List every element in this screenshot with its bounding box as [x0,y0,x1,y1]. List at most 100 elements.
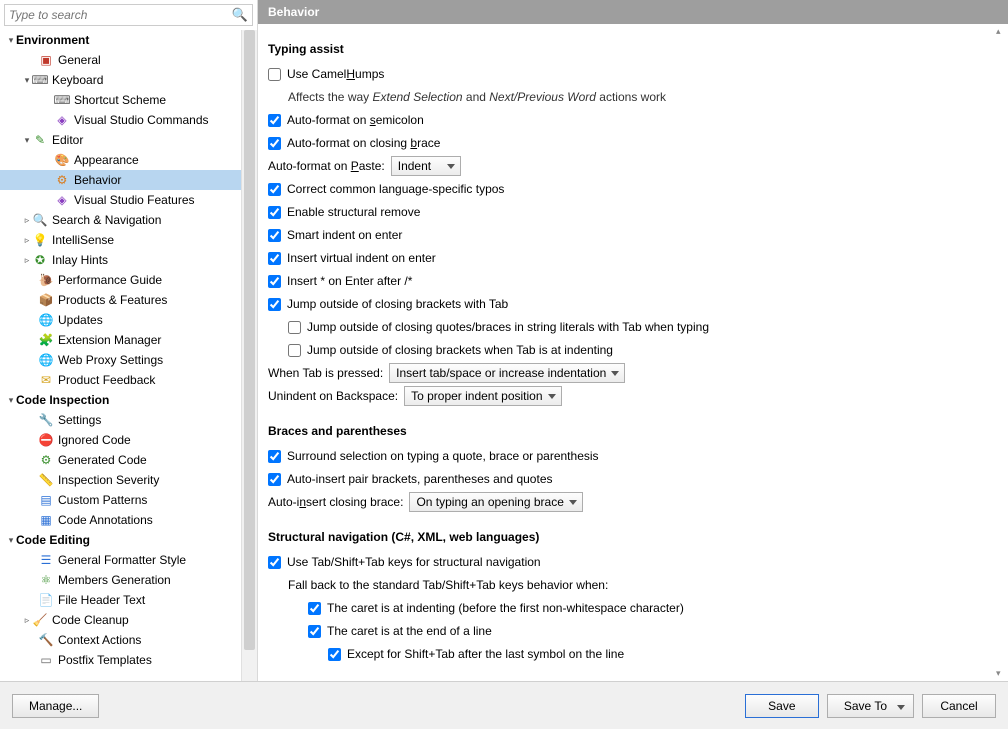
opt-correct-typos[interactable]: Correct common language-specific typos [268,179,990,199]
combo-unindent[interactable]: To proper indent position [404,386,561,406]
manage-button[interactable]: Manage... [12,694,99,718]
opt-auto-pair[interactable]: Auto-insert pair brackets, parentheses a… [268,469,990,489]
tree-item-products-features[interactable]: 📦Products & Features [0,290,257,310]
scroll-down-icon[interactable]: ▾ [996,668,1001,679]
opt-insert-star[interactable]: Insert * on Enter after /* [268,271,990,291]
hammer-icon: 🔨 [38,632,54,648]
tree-item-insp-settings[interactable]: 🔧Settings [0,410,257,430]
chk-use-tab-struct[interactable] [268,556,281,569]
opt-caret-indent[interactable]: The caret is at indenting (before the fi… [268,598,990,618]
opt-af-semicolon[interactable]: Auto-format on semicolon [268,110,990,130]
tree-item-insp-severity[interactable]: 📏Inspection Severity [0,470,257,490]
tree-item-context-actions[interactable]: 🔨Context Actions [0,630,257,650]
chk-af-brace[interactable] [268,137,281,150]
save-to-button[interactable]: Save To [827,694,914,718]
opt-use-tab-struct[interactable]: Use Tab/Shift+Tab keys for structural na… [268,552,990,572]
opt-use-camelhumps[interactable]: Use CamelHumps [268,64,990,84]
chk-caret-eol[interactable] [308,625,321,638]
tree-scrollbar[interactable] [241,30,257,681]
opt-caret-eol[interactable]: The caret is at the end of a line [268,621,990,641]
opt-virtual-indent[interactable]: Insert virtual indent on enter [268,248,990,268]
tree-item-vs-features[interactable]: ◈Visual Studio Features [0,190,257,210]
panel-title: Behavior [258,0,1008,24]
chk-jump-indent[interactable] [288,344,301,357]
tree-item-code-annotations[interactable]: ▦Code Annotations [0,510,257,530]
opt-smart-indent[interactable]: Smart indent on enter [268,225,990,245]
opt-struct-remove[interactable]: Enable structural remove [268,202,990,222]
content-panel: Behavior Typing assist Use CamelHumps Af… [258,0,1008,681]
chk-virtual-indent[interactable] [268,252,281,265]
tree-item-file-header[interactable]: 📄File Header Text [0,590,257,610]
opt-except-shift[interactable]: Except for Shift+Tab after the last symb… [268,644,990,664]
opt-af-brace[interactable]: Auto-format on closing brace [268,133,990,153]
footer: Manage... Save Save To Cancel [0,681,1008,729]
section-typing-assist: Typing assist [268,42,990,56]
opt-jump-indent[interactable]: Jump outside of closing brackets when Ta… [268,340,990,360]
tree-item-product-feedback[interactable]: ✉Product Feedback [0,370,257,390]
refresh-icon: 🌐 [38,312,54,328]
tree-item-search-nav[interactable]: ▹🔍Search & Navigation [0,210,257,230]
search-box[interactable]: 🔍 [4,4,253,26]
settings-tree[interactable]: ▾Environment ▣General ▾⌨Keyboard ⌨Shortc… [0,30,257,681]
settings-scroll-area[interactable]: Typing assist Use CamelHumps Affects the… [258,24,1008,681]
hint-icon: ✪ [32,252,48,268]
tree-cat-environment[interactable]: ▾Environment [0,30,257,50]
members-icon: ⚛ [38,572,54,588]
combo-tab-pressed[interactable]: Insert tab/space or increase indentation [389,363,625,383]
chk-insert-star[interactable] [268,275,281,288]
tree-item-custom-patterns[interactable]: ▤Custom Patterns [0,490,257,510]
content-scrollbar[interactable]: ▴ ▾ [992,24,1008,681]
tree-item-inlay-hints[interactable]: ▹✪Inlay Hints [0,250,257,270]
search-input[interactable] [9,8,232,22]
tree-item-editor[interactable]: ▾✎Editor [0,130,257,150]
tree-item-web-proxy[interactable]: 🌐Web Proxy Settings [0,350,257,370]
opt-auto-close: Auto-insert closing brace:On typing an o… [268,492,990,512]
chk-jump-tab[interactable] [268,298,281,311]
chk-jump-quotes[interactable] [288,321,301,334]
chk-surround[interactable] [268,450,281,463]
tree-item-code-cleanup[interactable]: ▹🧹Code Cleanup [0,610,257,630]
box-icon: 📦 [38,292,54,308]
tree-item-shortcut-scheme[interactable]: ⌨Shortcut Scheme [0,90,257,110]
tree-cat-inspection[interactable]: ▾Code Inspection [0,390,257,410]
wrench-icon: 🔧 [38,412,54,428]
chk-correct-typos[interactable] [268,183,281,196]
vs-icon: ◈ [54,112,70,128]
chk-struct-remove[interactable] [268,206,281,219]
tree-item-perf-guide[interactable]: 🐌Performance Guide [0,270,257,290]
tree-cat-editing[interactable]: ▾Code Editing [0,530,257,550]
tree-item-intellisense[interactable]: ▹💡IntelliSense [0,230,257,250]
opt-tab-pressed: When Tab is pressed:Insert tab/space or … [268,363,990,383]
mail-icon: ✉ [38,372,54,388]
broom-icon: 🧹 [32,612,48,628]
tree-item-appearance[interactable]: 🎨Appearance [0,150,257,170]
tree-item-updates[interactable]: 🌐Updates [0,310,257,330]
tree-item-ignored-code[interactable]: ⛔Ignored Code [0,430,257,450]
chk-caret-indent[interactable] [308,602,321,615]
tree-item-generated-code[interactable]: ⚙Generated Code [0,450,257,470]
scroll-up-icon[interactable]: ▴ [996,26,1001,37]
opt-surround[interactable]: Surround selection on typing a quote, br… [268,446,990,466]
chk-camelhumps[interactable] [268,68,281,81]
ruler-icon: 📏 [38,472,54,488]
chk-smart-indent[interactable] [268,229,281,242]
tree-item-ext-manager[interactable]: 🧩Extension Manager [0,330,257,350]
tree-item-postfix-templates[interactable]: ▭Postfix Templates [0,650,257,670]
tree-item-behavior[interactable]: ⚙Behavior [0,170,257,190]
label-fallback: Fall back to the standard Tab/Shift+Tab … [268,575,990,595]
tree-item-vs-commands[interactable]: ◈Visual Studio Commands [0,110,257,130]
combo-auto-close[interactable]: On typing an opening brace [409,492,582,512]
chk-except-shift[interactable] [328,648,341,661]
magnifier-icon: 🔍 [32,212,48,228]
opt-jump-tab[interactable]: Jump outside of closing brackets with Ta… [268,294,990,314]
tree-item-general[interactable]: ▣General [0,50,257,70]
tree-item-members-gen[interactable]: ⚛Members Generation [0,570,257,590]
chk-auto-pair[interactable] [268,473,281,486]
tree-item-gen-formatter[interactable]: ☰General Formatter Style [0,550,257,570]
chk-af-semicolon[interactable] [268,114,281,127]
opt-jump-quotes[interactable]: Jump outside of closing quotes/braces in… [268,317,990,337]
tree-item-keyboard[interactable]: ▾⌨Keyboard [0,70,257,90]
combo-af-paste[interactable]: Indent [391,156,461,176]
save-button[interactable]: Save [745,694,819,718]
cancel-button[interactable]: Cancel [922,694,996,718]
